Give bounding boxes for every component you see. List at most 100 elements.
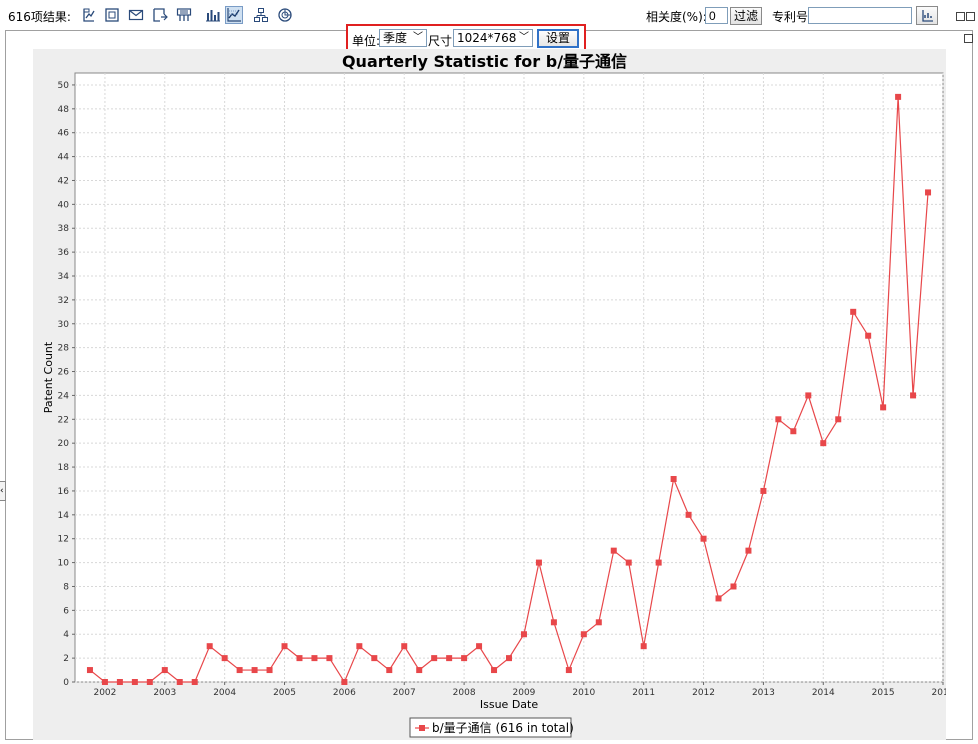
data-point <box>745 548 751 554</box>
size-select[interactable]: 1024*768 ﹀ <box>453 29 533 47</box>
data-point <box>207 643 213 649</box>
bar-chart-icon[interactable] <box>205 7 221 23</box>
data-point <box>102 679 108 685</box>
line-chart: Quarterly Statistic for b/量子通信0246810121… <box>33 49 946 740</box>
data-point <box>192 679 198 685</box>
y-tick-label: 40 <box>58 200 70 210</box>
x-tick-label: 2008 <box>453 688 476 698</box>
x-tick-label: 2006 <box>333 688 356 698</box>
y-tick-label: 10 <box>58 559 70 569</box>
restore-icon[interactable] <box>956 12 965 21</box>
data-point <box>581 631 587 637</box>
plot-area <box>75 73 943 682</box>
collapse-left-handle[interactable]: ‹ <box>0 481 6 501</box>
y-tick-label: 16 <box>58 487 70 497</box>
data-point <box>446 655 452 661</box>
data-point <box>730 583 736 589</box>
y-tick-label: 2 <box>63 654 69 664</box>
maximize-icon[interactable] <box>966 12 975 21</box>
x-tick-label: 2011 <box>632 688 655 698</box>
y-tick-label: 24 <box>58 391 70 401</box>
x-tick-label: 2005 <box>273 688 296 698</box>
x-tick-label: 2004 <box>213 688 236 698</box>
data-point <box>701 536 707 542</box>
relevance-input[interactable] <box>705 7 728 24</box>
y-tick-label: 38 <box>58 224 70 234</box>
patent-number-input[interactable] <box>808 7 912 24</box>
apply-settings-button[interactable]: 设置 <box>537 29 579 48</box>
data-point <box>865 333 871 339</box>
image-icon[interactable] <box>104 7 120 23</box>
y-tick-label: 20 <box>58 439 70 449</box>
data-point <box>760 488 766 494</box>
data-point <box>641 643 647 649</box>
filter-button[interactable]: 过滤 <box>730 7 762 25</box>
data-point <box>252 667 258 673</box>
data-point <box>267 667 273 673</box>
data-point <box>311 655 317 661</box>
y-tick-label: 36 <box>58 248 70 258</box>
x-tick-label: 2014 <box>812 688 835 698</box>
data-point <box>716 595 722 601</box>
data-point <box>296 655 302 661</box>
y-tick-label: 14 <box>58 511 70 521</box>
data-point <box>566 667 572 673</box>
data-point <box>356 643 362 649</box>
data-point <box>491 667 497 673</box>
data-point <box>506 655 512 661</box>
print-icon[interactable] <box>176 7 192 23</box>
line-chart-icon[interactable] <box>225 6 243 24</box>
data-point <box>237 667 243 673</box>
export-icon[interactable] <box>152 7 168 23</box>
tree-icon[interactable] <box>253 7 269 23</box>
pie-chart-icon[interactable] <box>277 7 293 23</box>
y-tick-label: 4 <box>63 630 69 640</box>
data-point <box>820 440 826 446</box>
size-label: 尺寸: <box>428 32 456 49</box>
x-axis-label: Issue Date <box>480 698 538 711</box>
data-point <box>835 416 841 422</box>
data-point <box>775 416 781 422</box>
y-tick-label: 8 <box>63 582 69 592</box>
x-tick-label: 2015 <box>872 688 895 698</box>
chart-icon[interactable] <box>81 7 97 23</box>
y-tick-label: 42 <box>58 176 69 186</box>
x-tick-label: 2016 <box>932 688 946 698</box>
chart-small-icon <box>920 9 934 23</box>
chart-title: Quarterly Statistic for b/量子通信 <box>342 52 627 71</box>
legend-marker <box>419 725 425 731</box>
panel-close-icon[interactable] <box>964 34 973 43</box>
legend-label: b/量子通信 (616 in total) <box>432 721 574 735</box>
patent-number-label: 专利号: <box>772 8 812 25</box>
y-tick-label: 50 <box>58 81 70 91</box>
data-point <box>162 667 168 673</box>
data-point <box>686 512 692 518</box>
data-point <box>671 476 677 482</box>
data-point <box>461 655 467 661</box>
data-point <box>386 667 392 673</box>
y-tick-label: 12 <box>58 535 69 545</box>
data-point <box>626 560 632 566</box>
y-axis-label: Patent Count <box>42 341 55 413</box>
size-select-value: 1024*768 <box>457 31 516 45</box>
relevance-label: 相关度(%): <box>646 8 707 25</box>
data-point <box>925 189 931 195</box>
data-point <box>147 679 153 685</box>
x-tick-label: 2010 <box>572 688 595 698</box>
chart-settings-bar: 单位: 季度 ﹀ 尺寸: 1024*768 ﹀ 设置 <box>346 24 586 52</box>
data-point <box>177 679 183 685</box>
y-tick-label: 26 <box>58 368 70 378</box>
data-point <box>87 667 93 673</box>
data-point <box>222 655 228 661</box>
data-point <box>536 560 542 566</box>
mail-icon[interactable] <box>128 7 144 23</box>
x-tick-label: 2003 <box>153 688 176 698</box>
y-tick-label: 34 <box>58 272 70 282</box>
data-point <box>401 643 407 649</box>
data-point <box>880 404 886 410</box>
patent-search-button[interactable] <box>916 6 938 25</box>
x-tick-label: 2007 <box>393 688 416 698</box>
unit-select[interactable]: 季度 ﹀ <box>379 29 427 47</box>
y-tick-label: 30 <box>58 320 70 330</box>
data-point <box>117 679 123 685</box>
